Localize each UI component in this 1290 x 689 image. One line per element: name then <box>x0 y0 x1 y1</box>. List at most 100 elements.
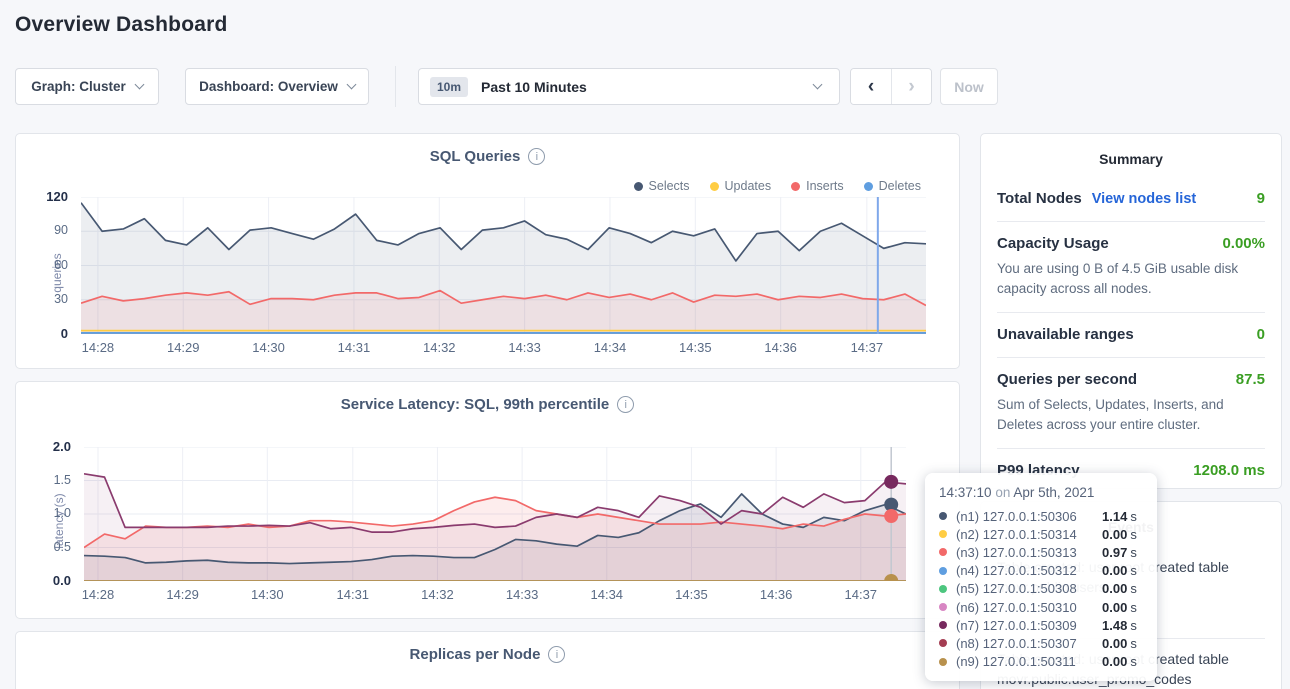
dashboard-dropdown[interactable]: Dashboard: Overview <box>185 68 369 105</box>
tooltip-node-row: (n5) 127.0.0.1:503080.00s <box>939 580 1143 598</box>
node-color-dot-icon <box>939 512 947 520</box>
summary-row: Unavailable ranges0 <box>997 312 1265 357</box>
tooltip-node-row: (n3) 127.0.0.1:503130.97s <box>939 543 1143 561</box>
tooltip-node-unit: s <box>1130 600 1137 615</box>
tooltip-node-unit: s <box>1130 581 1137 596</box>
node-color-dot-icon <box>939 548 947 556</box>
legend-item[interactable]: Selects <box>634 179 690 193</box>
tooltip-node-unit: s <box>1130 636 1137 651</box>
legend-dot-icon <box>634 182 643 191</box>
node-color-dot-icon <box>939 621 947 629</box>
time-range-selector[interactable]: 10m Past 10 Minutes <box>418 68 840 105</box>
summary-row-label: Queries per second <box>997 371 1137 388</box>
tooltip-node-label: (n9) 127.0.0.1:50311 <box>956 654 1102 669</box>
sql-queries-card: SQL Queries i SelectsUpdatesInsertsDelet… <box>15 133 960 369</box>
tooltip-node-value: 0.00 <box>1102 636 1127 651</box>
y-axis-tick: 1.0 <box>54 506 71 520</box>
tooltip-node-row: (n9) 127.0.0.1:503110.00s <box>939 653 1143 671</box>
summary-row: Capacity Usage 0.00% You are using 0 B of … <box>997 221 1265 312</box>
view-nodes-list-link[interactable]: View nodes list <box>1092 191 1197 207</box>
tooltip-node-row: (n4) 127.0.0.1:503120.00s <box>939 562 1143 580</box>
tooltip-node-label: (n4) 127.0.0.1:50312 <box>956 563 1102 578</box>
y-axis-tick: 2.0 <box>53 439 71 454</box>
tooltip-node-row: (n1) 127.0.0.1:503061.14s <box>939 507 1143 525</box>
service-latency-card: Service Latency: SQL, 99th percentile i … <box>15 381 960 619</box>
sql-queries-legend: Selects Updates Inserts Deletes <box>634 179 921 193</box>
dashboard-dropdown-label: Dashboard: Overview <box>199 79 338 94</box>
tooltip-node-unit: s <box>1130 618 1137 633</box>
tooltip-node-label: (n3) 127.0.0.1:50313 <box>956 545 1102 560</box>
chevron-down-icon <box>134 80 144 90</box>
legend-item[interactable]: Deletes <box>864 179 921 193</box>
service-latency-plot[interactable] <box>84 447 906 581</box>
summary-row-value: 87.5 <box>1236 371 1265 388</box>
summary-row: Queries per second 87.5 Sum of Selects, Up… <box>997 357 1265 448</box>
legend-label: Inserts <box>806 179 844 193</box>
tooltip-node-value: 1.14 <box>1102 509 1127 524</box>
node-color-dot-icon <box>939 567 947 575</box>
chart-hover-tooltip: 14:37:10 on Apr 5th, 2021 (n1) 127.0.0.1… <box>925 473 1157 681</box>
summary-row-label: Total Nodes <box>997 190 1082 207</box>
tooltip-node-unit: s <box>1130 654 1137 669</box>
info-icon[interactable]: i <box>617 396 634 413</box>
time-range-label: Past 10 Minutes <box>481 79 587 95</box>
legend-label: Selects <box>649 179 690 193</box>
y-axis-tick: 0 <box>61 326 68 341</box>
tooltip-node-label: (n2) 127.0.0.1:50314 <box>956 527 1102 542</box>
y-axis-tick: 30 <box>54 292 68 306</box>
summary-title: Summary <box>981 134 1281 167</box>
y-axis-tick: 120 <box>46 189 68 204</box>
service-latency-title: Service Latency: SQL, 99th percentile <box>341 396 609 413</box>
tooltip-node-label: (n8) 127.0.0.1:50307 <box>956 636 1102 651</box>
graph-dropdown[interactable]: Graph: Cluster <box>15 68 159 105</box>
x-axis-tick: 14:37 <box>845 587 878 602</box>
summary-row-value: 1208.0 ms <box>1193 462 1265 479</box>
summary-row-value: 0 <box>1257 326 1265 343</box>
summary-row-description: You are using 0 B of 4.5 GiB usable disk… <box>997 259 1265 298</box>
time-prev-button[interactable]: ‹ <box>851 69 891 104</box>
x-axis-tick: 14:33 <box>506 587 539 602</box>
y-axis-tick: 1.5 <box>54 473 71 487</box>
x-axis-tick: 14:32 <box>421 587 454 602</box>
tooltip-node-value: 1.48 <box>1102 618 1127 633</box>
x-axis-tick: 14:36 <box>764 340 797 355</box>
chevron-down-icon <box>346 80 356 90</box>
y-axis-tick: 0.5 <box>54 540 71 554</box>
tooltip-timestamp: 14:37:10 on Apr 5th, 2021 <box>939 485 1143 500</box>
x-axis-tick: 14:30 <box>251 587 284 602</box>
legend-dot-icon <box>791 182 800 191</box>
tooltip-node-label: (n5) 127.0.0.1:50308 <box>956 581 1102 596</box>
latency-y-ticks: 0.00.51.01.52.0 <box>16 447 79 581</box>
x-axis-tick: 14:30 <box>252 340 285 355</box>
x-axis-tick: 14:28 <box>82 340 115 355</box>
time-next-button[interactable]: › <box>891 69 931 104</box>
node-color-dot-icon <box>939 639 947 647</box>
info-icon[interactable]: i <box>548 646 565 663</box>
summary-row-value: 0.00% <box>1222 235 1265 252</box>
legend-dot-icon <box>864 182 873 191</box>
tooltip-node-row: (n2) 127.0.0.1:503140.00s <box>939 525 1143 543</box>
y-axis-tick: 60 <box>54 258 68 272</box>
summary-row-value: 9 <box>1257 190 1265 207</box>
x-axis-tick: 14:34 <box>591 587 624 602</box>
tooltip-node-row: (n7) 127.0.0.1:503091.48s <box>939 616 1143 634</box>
x-axis-tick: 14:35 <box>679 340 712 355</box>
node-color-dot-icon <box>939 658 947 666</box>
time-nav-group: ‹ › <box>850 68 932 105</box>
tooltip-node-row: (n6) 127.0.0.1:503100.00s <box>939 598 1143 616</box>
legend-item[interactable]: Inserts <box>791 179 844 193</box>
tooltip-node-value: 0.00 <box>1102 527 1127 542</box>
tooltip-node-unit: s <box>1130 545 1137 560</box>
x-axis-tick: 14:36 <box>760 587 793 602</box>
x-axis-tick: 14:28 <box>82 587 115 602</box>
legend-item[interactable]: Updates <box>710 179 772 193</box>
x-axis-tick: 14:31 <box>337 587 370 602</box>
tooltip-node-value: 0.00 <box>1102 581 1127 596</box>
tooltip-node-unit: s <box>1130 563 1137 578</box>
now-button[interactable]: Now <box>940 68 998 105</box>
summary-row-label: Capacity Usage <box>997 235 1109 252</box>
tooltip-node-label: (n7) 127.0.0.1:50309 <box>956 618 1102 633</box>
sql-queries-plot[interactable] <box>81 197 926 334</box>
info-icon[interactable]: i <box>528 148 545 165</box>
summary-row-description: Sum of Selects, Updates, Inserts, and De… <box>997 395 1265 434</box>
